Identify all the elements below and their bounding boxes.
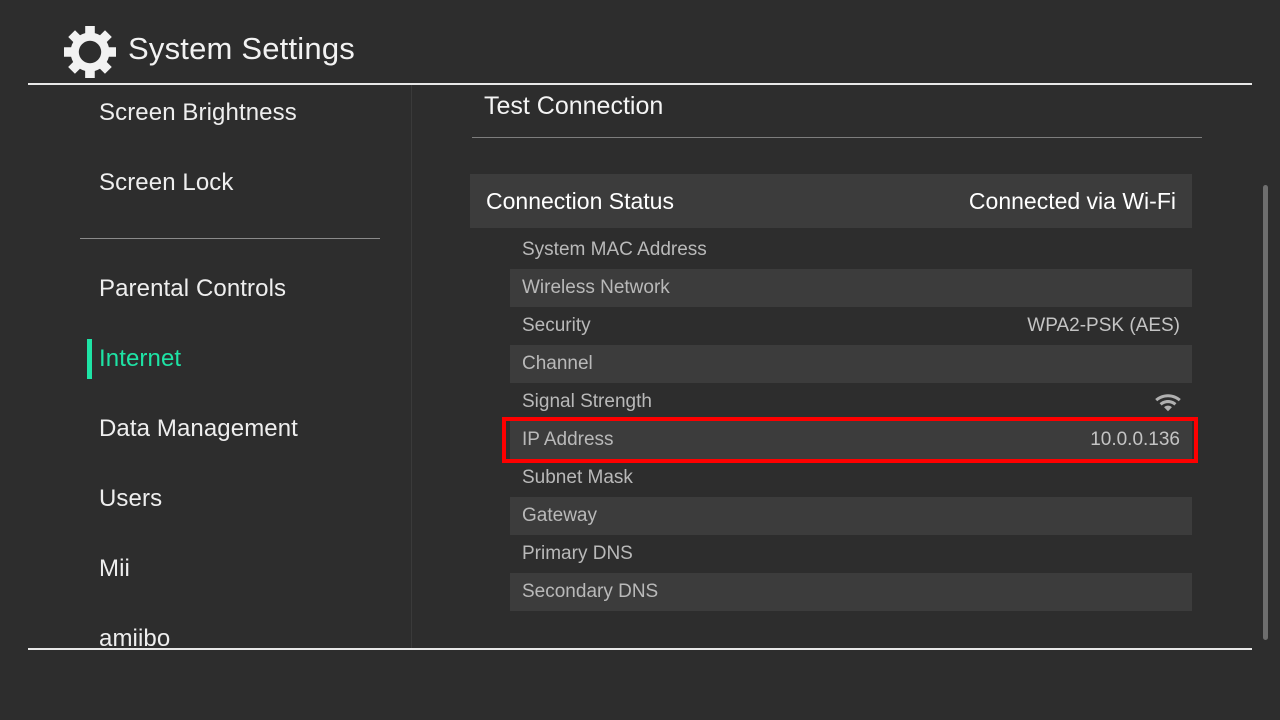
detail-label: Primary DNS xyxy=(522,543,633,565)
sidebar-item-label: amiibo xyxy=(99,625,170,648)
connection-status-value: Connected via Wi-Fi xyxy=(969,188,1176,215)
page-title: System Settings xyxy=(128,31,355,67)
scrollbar-thumb[interactable] xyxy=(1263,185,1268,640)
connection-details-list: System MAC Address Wireless Network Secu… xyxy=(510,231,1192,611)
detail-value: 10.0.0.136 xyxy=(1090,429,1180,451)
selection-indicator xyxy=(87,339,92,379)
sidebar-nav: Screen Brightness Screen Lock Parental C… xyxy=(0,85,412,648)
sidebar-item-users[interactable]: Users xyxy=(0,471,412,527)
connection-status-label: Connection Status xyxy=(486,188,674,215)
detail-row-system-mac-address[interactable]: System MAC Address xyxy=(510,231,1192,269)
sidebar-item-screen-lock[interactable]: Screen Lock xyxy=(0,155,412,211)
detail-label: Channel xyxy=(522,353,593,375)
sidebar-item-label: Users xyxy=(99,485,162,513)
footer-bar: B Back A OK xyxy=(0,650,1280,720)
sidebar-item-label: Internet xyxy=(99,345,181,373)
sidebar-item-label: Screen Brightness xyxy=(99,99,297,127)
detail-label: Signal Strength xyxy=(522,391,652,413)
section-title: Test Connection xyxy=(484,92,663,121)
detail-label: Wireless Network xyxy=(522,277,670,299)
sidebar-item-data-management[interactable]: Data Management xyxy=(0,401,412,457)
detail-row-gateway[interactable]: Gateway xyxy=(510,497,1192,535)
connection-status-row[interactable]: Connection Status Connected via Wi-Fi xyxy=(470,174,1192,228)
section-title-divider xyxy=(472,137,1202,138)
sidebar-divider xyxy=(80,238,380,239)
detail-label: Security xyxy=(522,315,591,337)
detail-row-ip-address[interactable]: IP Address 10.0.0.136 xyxy=(510,421,1192,459)
sidebar-item-amiibo[interactable]: amiibo xyxy=(0,611,412,648)
sidebar-item-label: Screen Lock xyxy=(99,169,234,197)
detail-label: System MAC Address xyxy=(522,239,707,261)
detail-value: WPA2-PSK (AES) xyxy=(1027,315,1180,337)
sidebar-item-label: Mii xyxy=(99,555,130,583)
sidebar-item-mii[interactable]: Mii xyxy=(0,541,412,597)
sidebar-item-label: Data Management xyxy=(99,415,298,443)
system-settings-screen: System Settings Screen Brightness Screen… xyxy=(0,0,1280,720)
detail-row-secondary-dns[interactable]: Secondary DNS xyxy=(510,573,1192,611)
detail-row-channel[interactable]: Channel xyxy=(510,345,1192,383)
detail-label: Subnet Mask xyxy=(522,467,633,489)
main-content: Test Connection Connection Status Connec… xyxy=(412,85,1280,648)
sidebar-item-label: Parental Controls xyxy=(99,275,286,303)
header-bar: System Settings xyxy=(0,0,1280,84)
wifi-icon xyxy=(1154,392,1182,412)
detail-row-signal-strength[interactable]: Signal Strength xyxy=(510,383,1192,421)
detail-row-subnet-mask[interactable]: Subnet Mask xyxy=(510,459,1192,497)
detail-label: Secondary DNS xyxy=(522,581,658,603)
sidebar-item-screen-brightness[interactable]: Screen Brightness xyxy=(0,85,412,141)
detail-label: Gateway xyxy=(522,505,597,527)
sidebar-item-parental-controls[interactable]: Parental Controls xyxy=(0,261,412,317)
gear-icon xyxy=(62,24,118,80)
sidebar-item-internet[interactable]: Internet xyxy=(0,331,412,387)
detail-row-primary-dns[interactable]: Primary DNS xyxy=(510,535,1192,573)
detail-row-wireless-network[interactable]: Wireless Network xyxy=(510,269,1192,307)
detail-row-security[interactable]: Security WPA2-PSK (AES) xyxy=(510,307,1192,345)
detail-label: IP Address xyxy=(522,429,614,451)
